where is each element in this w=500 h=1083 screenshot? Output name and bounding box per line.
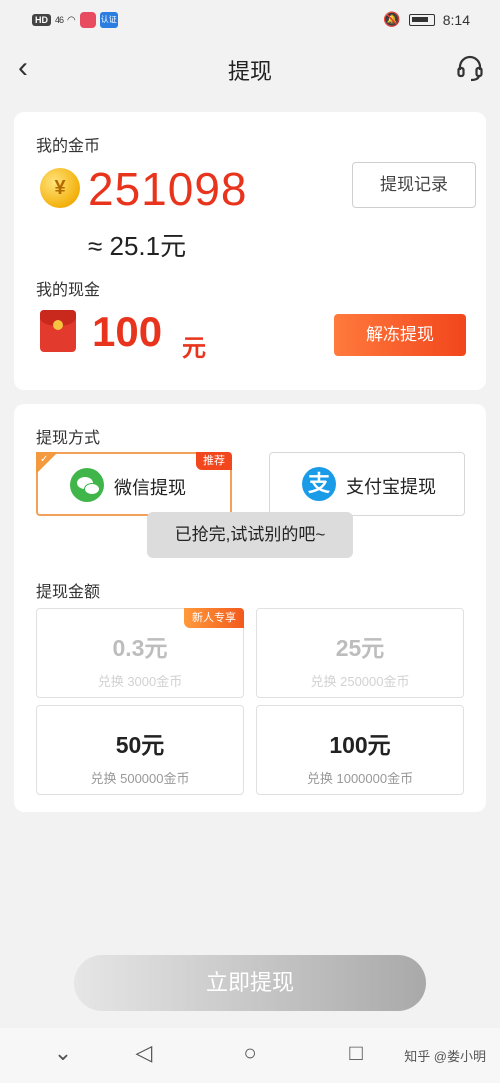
gold-coin-icon: ¥ (40, 168, 80, 208)
signal-indicator: 46 (55, 15, 64, 25)
system-nav-bar: ⌄ ◁ ○ □ 知乎 @娄小明 (0, 1028, 500, 1083)
wechat-icon (70, 468, 104, 502)
amount-option[interactable]: 100元 兑换 1000000金币 (256, 705, 464, 795)
status-bar: HD 46 ◠ 认证 🔕 8:14 (0, 0, 500, 40)
nav-recents-icon[interactable]: □ (343, 1040, 369, 1066)
alipay-icon: 支 (302, 467, 336, 501)
cash-unit: 元 (182, 335, 206, 362)
amount-exchange: 兑换 500000金币 (90, 771, 190, 786)
amount-value: 50元 (115, 732, 165, 758)
wechat-method-option[interactable]: ✓ 推荐 微信提现 (36, 452, 232, 516)
mute-icon: 🔕 (383, 11, 401, 27)
app-badge-icon: 认证 (99, 12, 118, 28)
app-notification-icon (79, 12, 96, 28)
coin-approx-value: ≈ 25.1元 (88, 231, 187, 261)
cash-balance: 100 (92, 308, 163, 355)
unfreeze-withdraw-button[interactable]: 解冻提现 (334, 314, 466, 356)
cash-label: 我的现金 (36, 282, 101, 299)
coin-balance: 251098 (88, 163, 248, 215)
nav-home-icon[interactable]: ○ (237, 1040, 263, 1066)
new-user-badge: 新人专享 (184, 608, 244, 628)
page-title: 提现 (227, 59, 272, 84)
wechat-method-label: 微信提现 (114, 478, 186, 498)
balance-card: 我的金币 ¥ 251098 ≈ 25.1元 提现记录 我的现金 100 元 解冻… (14, 112, 486, 390)
nav-bar: ‹ 提现 (0, 40, 500, 98)
recommend-badge: 推荐 (196, 452, 232, 470)
withdraw-now-button[interactable]: 立即提现 (74, 955, 426, 1011)
coins-label: 我的金币 (36, 138, 101, 155)
amount-option[interactable]: 新人专享 0.3元 兑换 3000金币 (36, 608, 244, 698)
amount-exchange: 兑换 1000000金币 (306, 771, 414, 786)
nav-down-icon[interactable]: ⌄ (50, 1040, 76, 1066)
withdraw-card: 提现方式 ✓ 推荐 微信提现 支 支付宝提现 已抢完,试试别的吧~ 提现金额 新… (14, 404, 486, 812)
alipay-method-label: 支付宝提现 (346, 477, 436, 497)
watermark: 知乎 @娄小明 (404, 1049, 486, 1064)
amount-exchange: 兑换 250000金币 (310, 674, 410, 689)
toast-message: 已抢完,试试别的吧~ (147, 512, 353, 558)
wifi-icon: ◠ (67, 14, 76, 26)
battery-icon (408, 13, 435, 26)
clock: 8:14 (442, 11, 470, 28)
checkmark-icon: ✓ (40, 454, 49, 465)
amount-value: 25元 (335, 635, 385, 661)
withdraw-record-button[interactable]: 提现记录 (352, 162, 476, 208)
customer-service-headset-icon[interactable] (456, 54, 484, 82)
amount-value: 0.3元 (112, 635, 168, 661)
alipay-method-option[interactable]: 支 支付宝提现 (269, 452, 465, 516)
hd-indicator: HD (32, 14, 51, 26)
red-packet-icon (40, 310, 76, 352)
amount-value: 100元 (329, 732, 391, 758)
amount-option[interactable]: 25元 兑换 250000金币 (256, 608, 464, 698)
nav-back-icon[interactable]: ◁ (131, 1040, 157, 1066)
method-label: 提现方式 (36, 430, 101, 447)
amount-option[interactable]: 50元 兑换 500000金币 (36, 705, 244, 795)
amount-label: 提现金额 (36, 584, 101, 601)
amount-exchange: 兑换 3000金币 (97, 674, 183, 689)
